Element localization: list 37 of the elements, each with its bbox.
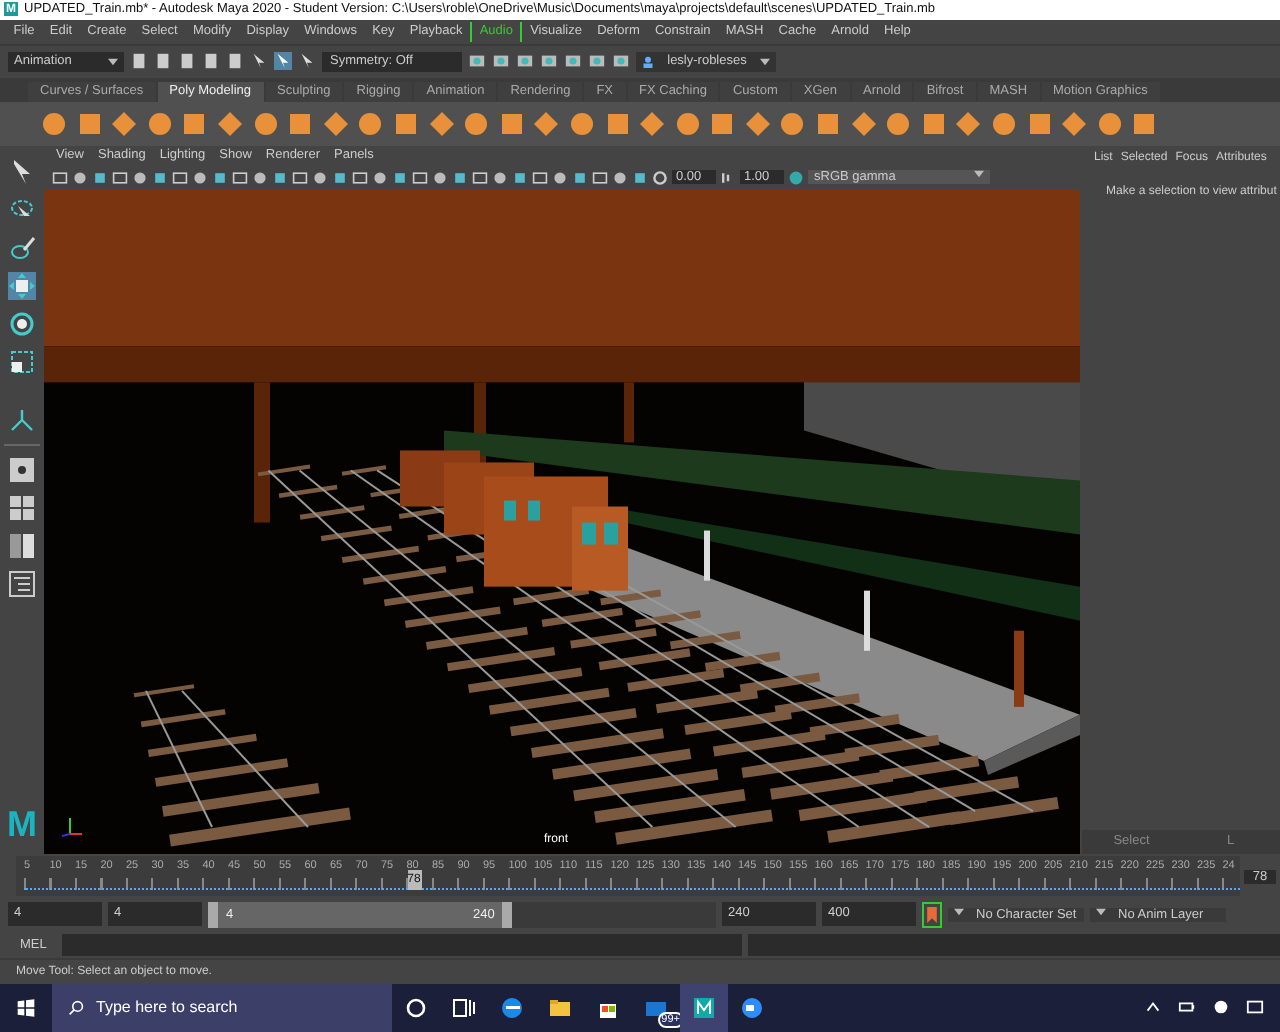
search-icon [68, 999, 84, 1016]
battery-icon[interactable] [1178, 998, 1196, 1017]
two-pane-layout-icon[interactable] [8, 531, 36, 560]
maya-app-icon [692, 995, 716, 1020]
exposure-icon [652, 169, 668, 186]
four-pane-layout-icon[interactable] [8, 493, 36, 522]
axis-icon [60, 814, 84, 839]
cone-icon[interactable] [145, 109, 174, 138]
caret-icon [974, 170, 984, 179]
select-object-icon[interactable] [274, 52, 292, 71]
paint-brush-icon[interactable] [8, 233, 36, 262]
auto-key-icon[interactable] [922, 901, 942, 928]
browser-icon [500, 995, 524, 1020]
caret-icon [760, 57, 770, 66]
select-hierarchy-icon[interactable] [250, 52, 268, 71]
axis-tool-icon[interactable] [8, 405, 36, 434]
scale-tool-icon[interactable] [8, 347, 36, 376]
taskbar-button[interactable] [680, 983, 728, 1032]
select-component-icon[interactable] [298, 52, 316, 71]
rotate-tool-icon[interactable] [8, 309, 36, 338]
windows-start-icon[interactable] [16, 997, 36, 1018]
caret-icon [1096, 907, 1106, 916]
single-pane-layout-icon[interactable] [8, 455, 36, 484]
taskbar-search-field[interactable]: Type here to search [52, 983, 392, 1032]
notification-icon[interactable] [1246, 998, 1264, 1017]
maya-logo: M [7, 804, 37, 847]
chevron-up-icon[interactable] [1144, 998, 1162, 1017]
person-icon [642, 55, 654, 68]
move-tool-icon[interactable] [8, 271, 36, 300]
video-camera-icon [740, 995, 764, 1020]
caret-icon [108, 57, 118, 66]
task-view-icon [452, 995, 476, 1020]
outliner-layout-icon[interactable] [8, 569, 36, 598]
command-input-field[interactable] [62, 933, 742, 956]
circle-icon [404, 995, 428, 1020]
caret-icon [954, 907, 964, 916]
network-icon[interactable] [1212, 998, 1230, 1017]
